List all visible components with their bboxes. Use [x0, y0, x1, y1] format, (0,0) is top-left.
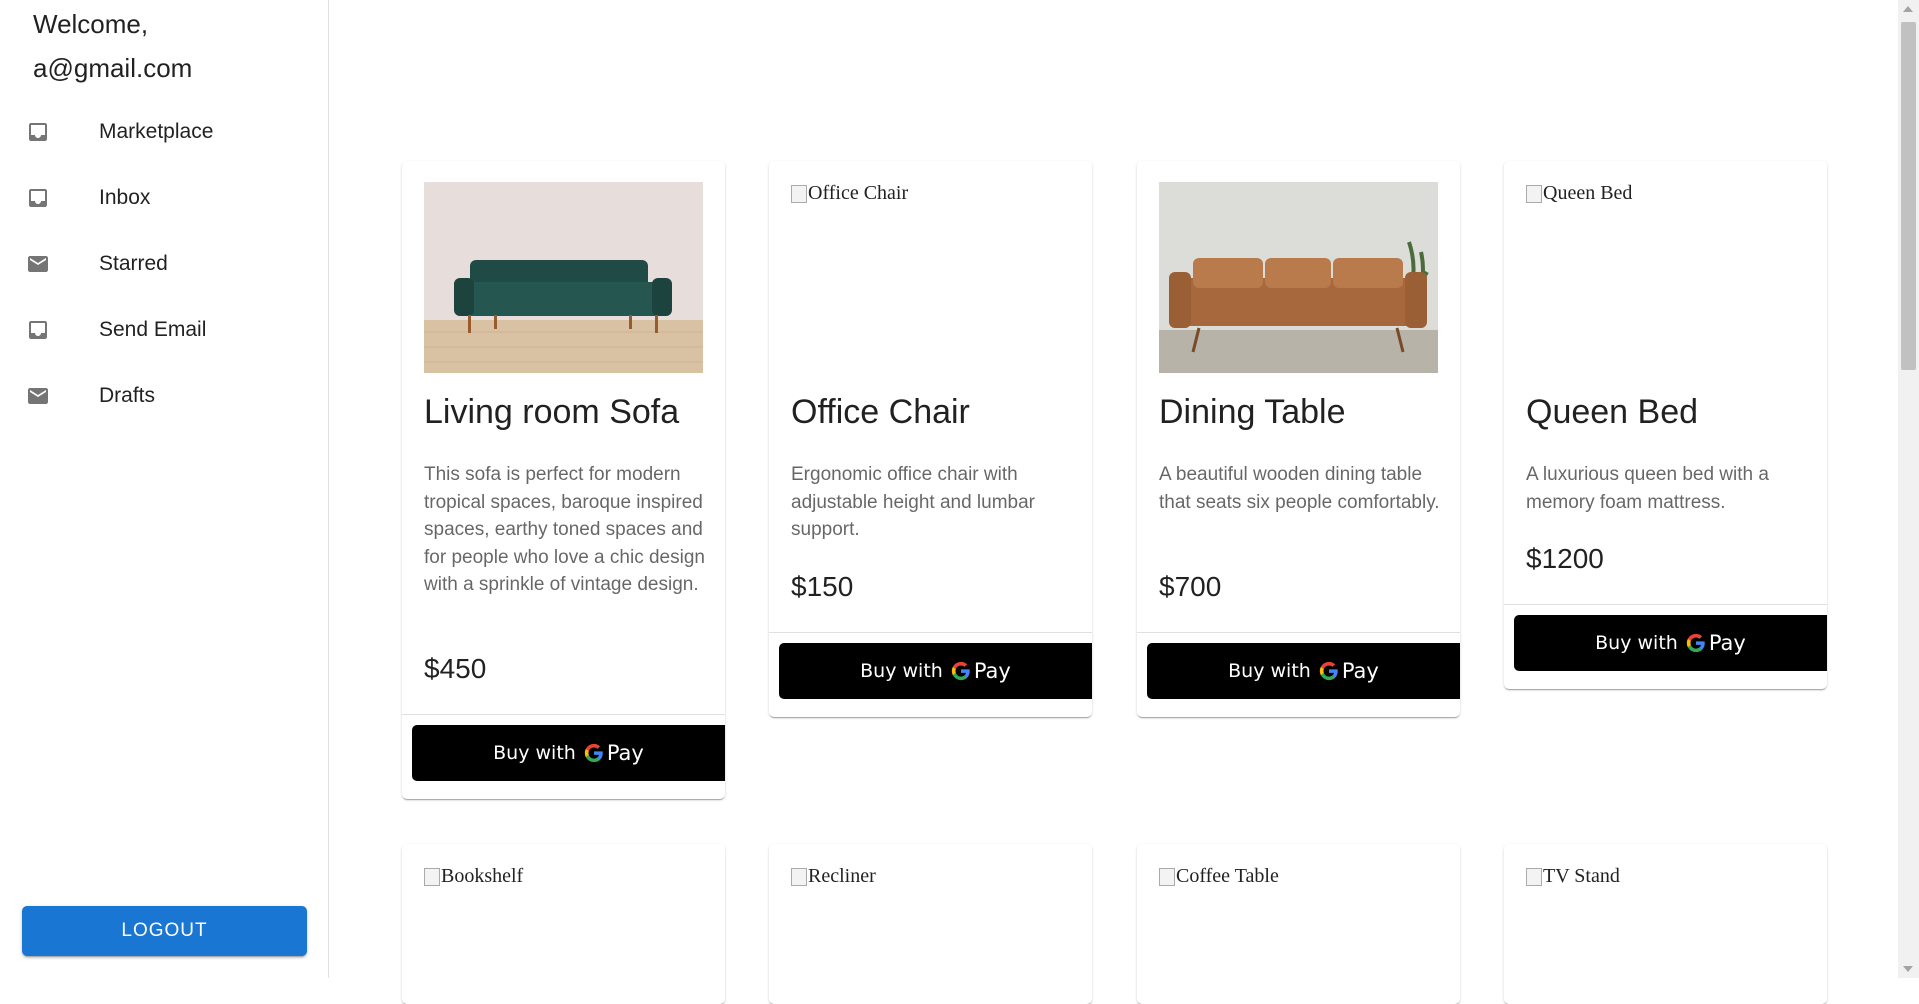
- scroll-up-arrow-icon[interactable]: [1903, 6, 1913, 12]
- broken-image-icon: [791, 184, 807, 203]
- scrollbar-thumb[interactable]: [1901, 22, 1916, 370]
- product-card: Office Chair Office Chair Ergonomic offi…: [769, 161, 1092, 717]
- product-price: $150: [791, 571, 854, 602]
- product-card: TV Stand: [1504, 844, 1827, 1004]
- broken-image-icon: [1526, 184, 1542, 203]
- product-card: Dining Table A beautiful wooden dining t…: [1137, 161, 1460, 717]
- sidebar-item-label: Marketplace: [99, 120, 214, 143]
- image-alt-text: Coffee Table: [1176, 865, 1279, 887]
- card-divider: [402, 714, 725, 715]
- product-title: Office Chair: [791, 393, 970, 431]
- product-image-broken: Bookshelf: [424, 865, 523, 888]
- product-image-broken: Recliner: [791, 865, 876, 888]
- sidebar: Welcome, a@gmail.com Marketplace Inbox S…: [0, 0, 329, 978]
- gpay-pay-label: Pay: [973, 659, 1011, 683]
- product-card: Bookshelf: [402, 844, 725, 1004]
- buy-with-gpay-button[interactable]: Buy with Pay: [779, 643, 1092, 699]
- sidebar-item-label: Starred: [99, 252, 168, 275]
- sidebar-item-label: Inbox: [99, 186, 151, 209]
- welcome-message: Welcome, a@gmail.com: [33, 2, 192, 90]
- sidebar-item-label: Send Email: [99, 318, 207, 341]
- logout-button[interactable]: LOGOUT: [22, 906, 307, 956]
- gpay-buy-with-label: Buy with: [1228, 660, 1311, 682]
- inbox-icon: [29, 123, 47, 141]
- page-scrollbar[interactable]: [1898, 0, 1919, 978]
- product-description: This sofa is perfect for modern tropical…: [424, 464, 705, 595]
- product-description: Ergonomic office chair with adjustable h…: [791, 464, 1036, 540]
- product-price: $1200: [1526, 543, 1604, 574]
- product-price: $700: [1159, 571, 1222, 602]
- gpay-pay-label: Pay: [1708, 631, 1746, 655]
- buy-with-gpay-button[interactable]: Buy with Pay: [412, 725, 725, 781]
- image-alt-text: Queen Bed: [1543, 182, 1633, 204]
- product-card: Living room Sofa This sofa is perfect fo…: [402, 161, 725, 799]
- broken-image-icon: [424, 867, 440, 886]
- product-title: Queen Bed: [1526, 393, 1699, 431]
- welcome-email: a@gmail.com: [33, 53, 193, 83]
- product-image-sofa: [424, 182, 703, 373]
- image-alt-text: Office Chair: [808, 182, 909, 204]
- product-card: Recliner: [769, 844, 1092, 1004]
- gpay-pay-label: Pay: [1341, 659, 1379, 683]
- product-image-broken: Coffee Table: [1159, 865, 1279, 888]
- image-alt-text: Recliner: [808, 865, 876, 887]
- buy-with-gpay-button[interactable]: Buy with Pay: [1147, 643, 1460, 699]
- broken-image-icon: [791, 867, 807, 886]
- welcome-greeting: Welcome,: [33, 9, 149, 39]
- product-card: Coffee Table: [1137, 844, 1460, 1004]
- sidebar-item-marketplace[interactable]: Marketplace: [0, 99, 328, 165]
- product-title: Living room Sofa: [424, 393, 680, 431]
- product-description: A luxurious queen bed with a memory foam…: [1526, 464, 1769, 513]
- image-alt-text: Bookshelf: [441, 865, 524, 887]
- gpay-pay-label: Pay: [606, 741, 644, 765]
- sidebar-item-label: Drafts: [99, 384, 156, 407]
- google-g-icon: [1686, 633, 1705, 653]
- card-divider: [1504, 604, 1827, 605]
- card-divider: [769, 632, 1092, 633]
- inbox-icon: [29, 189, 47, 207]
- product-price: $450: [424, 653, 487, 684]
- card-divider: [1137, 632, 1460, 633]
- google-g-icon: [951, 661, 970, 681]
- mail-icon: [28, 256, 48, 272]
- product-title: Dining Table: [1159, 393, 1346, 431]
- sidebar-item-send-email[interactable]: Send Email: [0, 297, 328, 363]
- image-alt-text: TV Stand: [1543, 865, 1620, 887]
- sidebar-item-inbox[interactable]: Inbox: [0, 165, 328, 231]
- broken-image-icon: [1159, 867, 1175, 886]
- google-g-icon: [1319, 661, 1338, 681]
- gpay-buy-with-label: Buy with: [493, 742, 576, 764]
- product-image-broken: Office Chair: [791, 182, 908, 205]
- product-card: Queen Bed Queen Bed A luxurious queen be…: [1504, 161, 1827, 689]
- mail-icon: [28, 388, 48, 404]
- product-description: A beautiful wooden dining table that sea…: [1159, 464, 1440, 513]
- product-image-dining-table: [1159, 182, 1438, 373]
- product-image-broken: TV Stand: [1526, 865, 1620, 888]
- google-g-icon: [584, 743, 603, 763]
- buy-with-gpay-button[interactable]: Buy with Pay: [1514, 615, 1827, 671]
- product-image-broken: Queen Bed: [1526, 182, 1632, 205]
- gpay-buy-with-label: Buy with: [1595, 632, 1678, 654]
- gpay-buy-with-label: Buy with: [860, 660, 943, 682]
- inbox-icon: [29, 321, 47, 339]
- sidebar-item-starred[interactable]: Starred: [0, 231, 328, 297]
- broken-image-icon: [1526, 867, 1542, 886]
- scroll-down-arrow-icon[interactable]: [1903, 966, 1913, 972]
- sidebar-item-drafts[interactable]: Drafts: [0, 363, 328, 429]
